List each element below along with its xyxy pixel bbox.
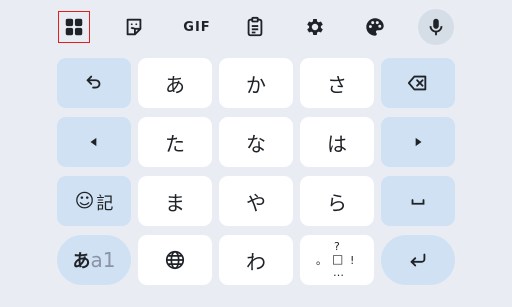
apps-icon[interactable] bbox=[56, 9, 92, 45]
enter-icon bbox=[410, 253, 426, 267]
undo-icon bbox=[86, 75, 101, 89]
key-ta[interactable]: た bbox=[138, 117, 212, 167]
punct-period: 。 bbox=[316, 254, 327, 267]
key-ka[interactable]: か bbox=[219, 58, 293, 108]
key-ya[interactable]: や bbox=[219, 176, 293, 226]
clipboard-icon[interactable] bbox=[237, 9, 273, 45]
key-na[interactable]: な bbox=[219, 117, 293, 167]
undo-key[interactable] bbox=[57, 58, 131, 108]
backspace-key[interactable] bbox=[381, 58, 455, 108]
settings-icon[interactable] bbox=[297, 9, 333, 45]
kanji-label: 記 bbox=[96, 193, 114, 214]
caret-right-icon bbox=[415, 137, 422, 147]
palette-icon[interactable] bbox=[357, 9, 393, 45]
globe-icon bbox=[165, 250, 185, 270]
gif-label: GIF bbox=[183, 19, 211, 35]
key-wa[interactable]: わ bbox=[219, 235, 293, 285]
mode-current: あ bbox=[72, 251, 91, 272]
emoji-kanji-label: ☺ 記 bbox=[75, 189, 114, 214]
language-key[interactable] bbox=[138, 235, 212, 285]
punct-center: □ bbox=[332, 252, 344, 266]
mode-alt: a1 bbox=[90, 248, 116, 272]
punct-exclamation: ! bbox=[350, 254, 355, 267]
space-icon bbox=[411, 199, 425, 205]
sticker-icon[interactable] bbox=[116, 9, 152, 45]
punctuation-key[interactable]: ? 。 □ ! … bbox=[300, 235, 374, 285]
key-ra[interactable]: ら bbox=[300, 176, 374, 226]
key-ma[interactable]: ま bbox=[138, 176, 212, 226]
key-ha[interactable]: は bbox=[300, 117, 374, 167]
mic-icon[interactable] bbox=[418, 9, 454, 45]
emoji-kanji-key[interactable]: ☺ 記 bbox=[57, 176, 131, 226]
backspace-icon bbox=[407, 75, 427, 91]
smile-icon: ☺ bbox=[74, 190, 95, 212]
punct-ellipsis: … bbox=[333, 266, 344, 279]
cursor-right-key[interactable] bbox=[381, 117, 455, 167]
punct-question: ? bbox=[334, 240, 340, 253]
enter-key[interactable] bbox=[381, 235, 455, 285]
space-key[interactable] bbox=[381, 176, 455, 226]
gif-icon[interactable]: GIF bbox=[176, 9, 218, 45]
caret-left-icon bbox=[90, 137, 97, 147]
input-mode-key[interactable]: あa1 bbox=[57, 235, 131, 285]
keyboard: GIF あ か さ た な は ☺ 記 ま や ら あa1 わ ? 。 □ ! … bbox=[0, 0, 512, 307]
key-sa[interactable]: さ bbox=[300, 58, 374, 108]
key-a[interactable]: あ bbox=[138, 58, 212, 108]
input-mode-label: あa1 bbox=[73, 247, 116, 273]
cursor-left-key[interactable] bbox=[57, 117, 131, 167]
keyboard-toolbar: GIF bbox=[0, 0, 512, 52]
